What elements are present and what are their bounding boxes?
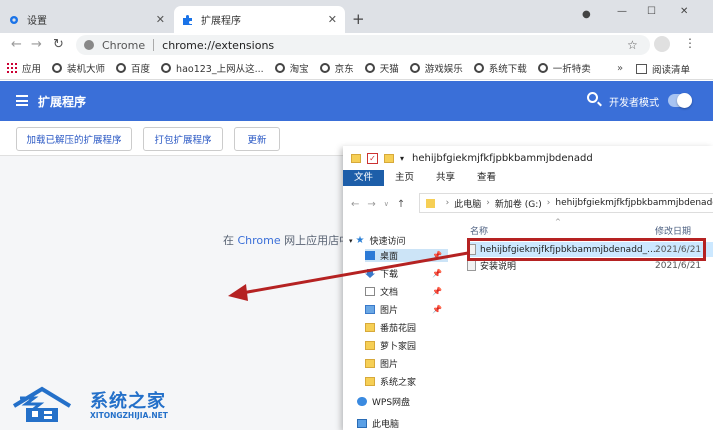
watermark-name-cn: 系统之家 <box>90 391 166 412</box>
annotation-arrow-head <box>228 284 248 301</box>
watermark-name-en: XITONGZHIJIA.NET <box>90 411 168 420</box>
annotation-arrow <box>228 251 469 301</box>
annotation-arrow-line <box>241 251 469 295</box>
house-logo-icon <box>12 386 72 422</box>
watermark-logo: 系统之家 XITONGZHIJIA.NET <box>12 384 168 428</box>
